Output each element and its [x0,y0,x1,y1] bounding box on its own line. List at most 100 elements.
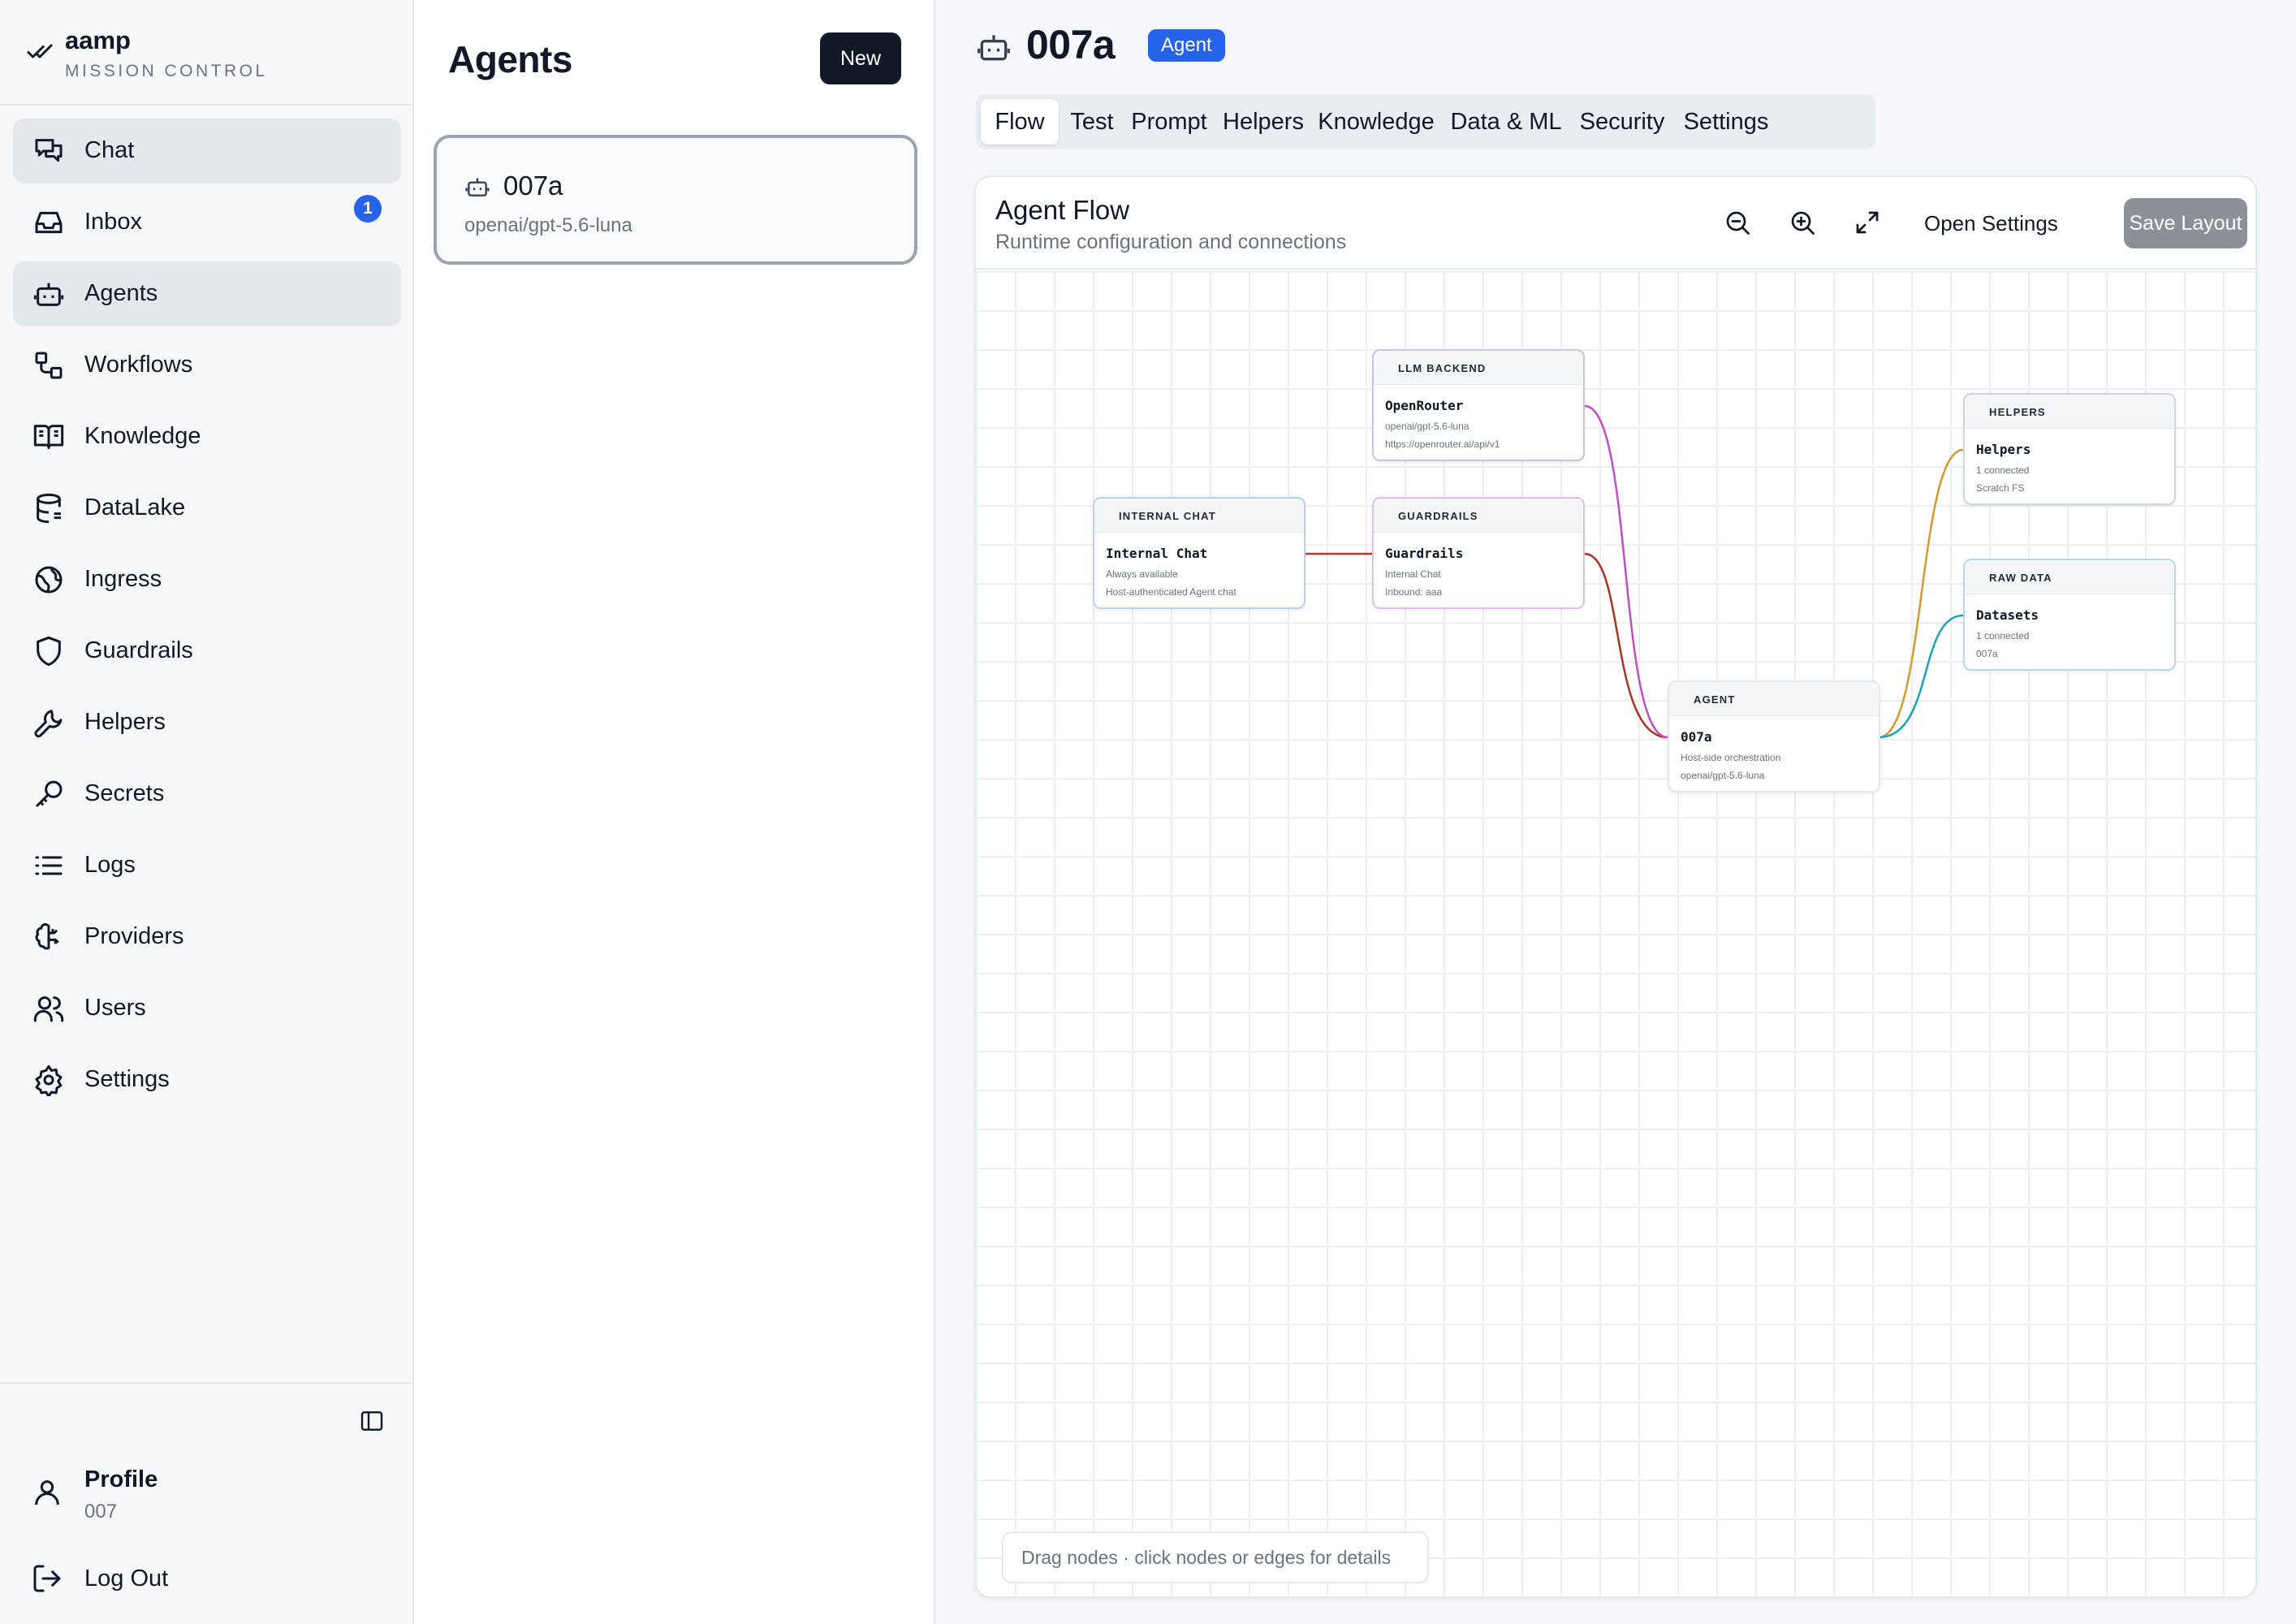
sidebar-item-label: Knowledge [84,423,201,449]
workflow-icon [35,352,63,379]
tab-security[interactable]: Security [1572,99,1672,145]
node-detail: Internal Chat [1385,568,1441,580]
node-agent[interactable]: AGENT 007a Host-side orchestration opena… [1668,680,1880,793]
key-icon [35,780,63,808]
page-title: 007a [1026,22,1116,67]
sidebar-item-label: Settings [84,1066,170,1092]
sidebar-item-guardrails[interactable]: Guardrails [13,619,401,684]
brand-name: aamp [65,26,131,54]
agent-type-badge: Agent [1148,29,1225,62]
edge-agent-to-raw-data[interactable] [1878,614,1964,739]
agents-list-panel: Agents New 007a openai/gpt-5.6-luna [416,0,935,1624]
node-detail: openai/gpt-5.6-luna [1385,421,1470,432]
agent-card-name: 007a [503,171,563,201]
sidebar-item-datalake[interactable]: DataLake [13,476,401,541]
sidebar-item-label: Secrets [84,780,165,806]
sidebar-item-logs[interactable]: Logs [13,833,401,898]
tab-bar: Flow Test Prompt Helpers Knowledge Data … [976,94,1875,149]
tab-prompt[interactable]: Prompt [1125,99,1213,145]
sidebar-item-secrets[interactable]: Secrets [13,762,401,827]
robot-icon [465,178,490,197]
node-detail: openai/gpt-5.6-luna [1681,770,1765,781]
sidebar-item-users[interactable]: Users [13,976,401,1041]
tab-flow[interactable]: Flow [981,99,1059,145]
zoom-out-icon[interactable] [1723,208,1752,237]
sidebar-item-label: DataLake [84,495,186,520]
node-title: Internal Chat [1106,546,1208,561]
list-icon [35,856,63,875]
wrench-icon [34,710,63,738]
node-guardrails[interactable]: GUARDRAILS Guardrails Internal Chat Inbo… [1372,497,1585,609]
sidebar-item-label: Helpers [84,709,166,735]
sidebar-item-workflows[interactable]: Workflows [13,333,401,398]
node-header: LLM BACKEND [1374,351,1583,385]
agents-list-title: Agents [448,38,572,80]
node-header: AGENT [1669,682,1879,716]
flow-hint: Drag nodes · click nodes or edges for de… [1002,1531,1429,1583]
node-title: 007a [1681,729,1712,745]
inbox-icon [35,211,63,234]
sidebar-item-ingress[interactable]: Ingress [13,547,401,612]
node-header: RAW DATA [1965,560,2174,594]
node-header: GUARDRAILS [1374,499,1583,533]
node-detail: 007a [1976,648,1998,659]
tab-knowledge[interactable]: Knowledge [1312,99,1440,145]
node-detail: https://openrouter.ai/api/v1 [1385,438,1500,450]
user-icon[interactable] [31,1476,63,1509]
sidebar-item-label: Logs [84,852,136,878]
node-kind: LLM BACKEND [1398,362,1487,374]
node-helpers[interactable]: HELPERS Helpers 1 connected Scratch FS [1963,393,2176,505]
sidebar-item-chat[interactable]: Chat [13,119,401,184]
node-llm-backend[interactable]: LLM BACKEND OpenRouter openai/gpt-5.6-lu… [1372,349,1585,461]
flow-canvas[interactable]: LLM BACKEND OpenRouter openai/gpt-5.6-lu… [976,271,2255,1596]
brand-subtitle: MISSION CONTROL [65,62,268,80]
expand-icon[interactable] [1853,208,1882,237]
zoom-in-icon[interactable] [1788,208,1817,237]
chat-icon [35,139,63,162]
book-icon [33,425,64,449]
node-detail: 1 connected [1976,630,2030,641]
node-kind: RAW DATA [1989,572,2052,584]
new-agent-button[interactable]: New [820,32,901,84]
agent-flow-card: Agent Flow Runtime configuration and con… [974,175,2257,1598]
node-title: OpenRouter [1385,398,1464,413]
edge-agent-to-helpers[interactable] [1878,448,1964,739]
sidebar-item-label: Chat [84,137,135,163]
node-header: INTERNAL CHAT [1094,499,1304,533]
tab-settings[interactable]: Settings [1674,99,1778,145]
users-icon [33,996,64,1022]
sidebar-item-knowledge[interactable]: Knowledge [13,404,401,469]
sidebar-item-label: Workflows [84,352,193,378]
tab-test[interactable]: Test [1060,99,1124,145]
node-internal-chat[interactable]: INTERNAL CHAT Internal Chat Always avail… [1093,497,1306,609]
logout-icon[interactable] [31,1562,63,1595]
node-header: HELPERS [1965,395,2174,429]
inbox-count-badge: 1 [354,195,382,222]
tab-data-ml[interactable]: Data & ML [1442,99,1570,145]
edge-llm-to-agent[interactable] [1584,404,1668,739]
sidebar-collapse-icon[interactable] [359,1408,385,1434]
agent-card[interactable]: 007a openai/gpt-5.6-luna [434,135,917,265]
open-settings-button[interactable]: Open Settings [1924,211,2058,236]
robot-icon [33,283,64,306]
sidebar-item-settings[interactable]: Settings [13,1047,401,1112]
double-check-icon [27,44,53,58]
profile-name[interactable]: Profile [84,1466,158,1493]
sidebar-item-providers[interactable]: Providers [13,905,401,970]
tab-helpers[interactable]: Helpers [1216,99,1310,145]
gear-icon [35,1065,63,1096]
sidebar-item-label: Agents [84,280,158,306]
flow-subtitle: Runtime configuration and connections [995,231,1347,253]
robot-icon [978,35,1010,61]
node-title: Helpers [1976,442,2031,457]
node-detail: Inbound: aaa [1385,586,1443,598]
sidebar-item-inbox[interactable]: Inbox [13,190,401,255]
agent-detail: 007a Agent Flow Test Prompt Helpers Know… [935,0,2296,1624]
database-icon [37,493,61,524]
save-layout-button[interactable]: Save Layout [2124,198,2247,248]
sidebar-item-helpers[interactable]: Helpers [13,690,401,755]
sidebar-item-agents[interactable]: Agents [13,261,401,326]
node-raw-data[interactable]: RAW DATA Datasets 1 connected 007a [1963,559,2176,671]
node-kind: AGENT [1694,693,1736,706]
logout-button[interactable]: Log Out [84,1566,168,1592]
